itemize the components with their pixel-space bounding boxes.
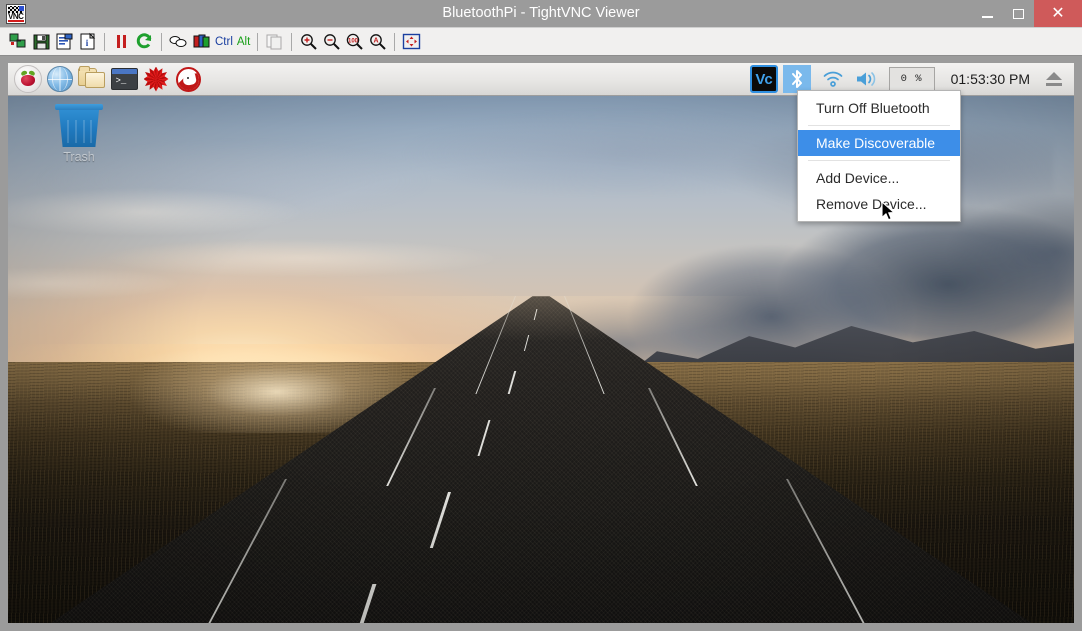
cpu-usage-text: 0 % [900, 73, 923, 85]
raspberry-icon [14, 65, 42, 93]
taskbar-clock[interactable]: 01:53:30 PM [943, 71, 1038, 87]
save-session-icon[interactable] [30, 30, 53, 53]
menu-item-make-discoverable[interactable]: Make Discoverable [798, 130, 960, 156]
vnc-tray-label: Vc [755, 70, 772, 88]
zoom-in-icon[interactable] [297, 30, 320, 53]
globe-icon [47, 66, 73, 92]
mathematica-starburst-icon [143, 66, 169, 92]
cpu-usage-indicator[interactable]: 0 % [888, 67, 935, 91]
web-browser-button[interactable] [46, 65, 74, 93]
desktop-icon-trash[interactable]: Trash [46, 104, 112, 164]
toolbar-separator [161, 32, 162, 51]
toolbar-separator [291, 32, 293, 51]
vnc-server-tray-icon[interactable]: Vc [749, 65, 778, 93]
toolbar-separator [257, 32, 259, 51]
menu-separator [808, 125, 950, 126]
menu-separator [808, 160, 950, 161]
menu-item-add-device[interactable]: Add Device... [798, 165, 960, 191]
clipboard-icon[interactable] [263, 30, 286, 53]
fullscreen-icon[interactable] [400, 30, 423, 53]
menu-button[interactable] [14, 65, 42, 93]
vnc-toolbar: i Ctrl Alt 100 A [0, 27, 1082, 56]
toolbar-separator [394, 32, 396, 51]
vnc-icon-red-bar [8, 20, 24, 22]
refresh-screen-icon[interactable] [133, 30, 156, 53]
minimize-icon [982, 16, 993, 18]
menu-item-turn-off-bluetooth[interactable]: Turn Off Bluetooth [798, 95, 960, 121]
connection-options-icon[interactable] [53, 30, 76, 53]
window-titlebar: VNC BluetoothPi - TightVNC Viewer ✕ [0, 0, 1082, 27]
terminal-button[interactable]: >_ [110, 65, 138, 93]
ctrl-key-label[interactable]: Ctrl [213, 36, 235, 48]
volume-tray-icon[interactable] [855, 69, 879, 89]
vnc-icon: VNC [6, 4, 26, 24]
close-icon: ✕ [1051, 4, 1065, 22]
taskbar-launchers: >_ [8, 65, 202, 93]
maximize-icon [1013, 8, 1024, 19]
toolbar-separator [104, 32, 105, 51]
bluetooth-tray-button[interactable] [782, 65, 811, 93]
trash-body [59, 110, 99, 147]
file-manager-button[interactable] [78, 65, 106, 93]
folder-icon [78, 66, 106, 91]
bluetooth-icon [791, 69, 803, 89]
close-button[interactable]: ✕ [1034, 0, 1082, 27]
wifi-tray-icon[interactable] [822, 70, 844, 88]
zoom-auto-icon[interactable]: A [366, 30, 389, 53]
menu-item-remove-device[interactable]: Remove Device... [798, 191, 960, 217]
alt-key-label[interactable]: Alt [235, 36, 252, 48]
window-controls: ✕ [972, 0, 1082, 27]
eject-tray-icon[interactable] [1044, 70, 1064, 88]
send-keys-icon[interactable] [190, 30, 213, 53]
window-title: BluetoothPi - TightVNC Viewer [442, 5, 640, 21]
zoom-out-icon[interactable] [320, 30, 343, 53]
send-ctrl-alt-del-icon[interactable] [167, 30, 190, 53]
tightvnc-viewer-window: VNC BluetoothPi - TightVNC Viewer ✕ i Ct… [0, 0, 1082, 631]
pause-updates-icon[interactable] [110, 30, 133, 53]
mathematica-button[interactable] [142, 65, 170, 93]
maximize-button[interactable] [1003, 0, 1034, 27]
wallpaper-road-glow [8, 296, 1074, 623]
wolfram-button[interactable] [174, 65, 202, 93]
vnc-icon-blue-square [19, 6, 24, 11]
terminal-icon: >_ [110, 68, 138, 90]
desktop-icon-trash-label: Trash [63, 150, 95, 164]
svg-text:A: A [374, 38, 379, 45]
wolfram-icon [175, 66, 201, 92]
connection-info-icon[interactable]: i [76, 30, 99, 53]
trash-icon-glyph [55, 104, 103, 148]
trash-lid [55, 104, 103, 110]
zoom-100-icon[interactable]: 100 [343, 30, 366, 53]
bluetooth-context-menu: Turn Off Bluetooth Make Discoverable Add… [797, 90, 961, 222]
remote-desktop-viewport[interactable]: Trash >_ Vc 0 % 01:53:30 PM Turn Off Blu… [8, 63, 1074, 623]
svg-text:100: 100 [348, 39, 359, 45]
minimize-button[interactable] [972, 0, 1003, 27]
new-connection-icon[interactable] [7, 30, 30, 53]
